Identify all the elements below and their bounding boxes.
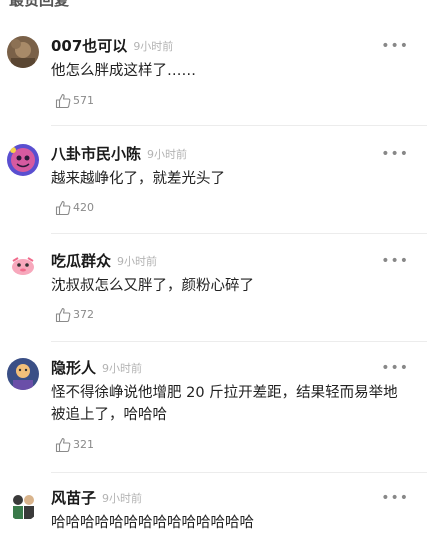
timestamp: 9小时前: [133, 40, 174, 53]
like-count: 372: [73, 308, 94, 321]
more-options-icon[interactable]: •••: [381, 254, 409, 268]
like-count: 420: [73, 201, 94, 214]
thumbs-up-icon: [55, 93, 71, 109]
timestamp: 9小时前: [102, 492, 143, 505]
like-button[interactable]: 372: [55, 307, 94, 323]
more-options-icon[interactable]: •••: [381, 147, 409, 161]
timestamp: 9小时前: [117, 255, 158, 268]
comment-text: 怪不得徐峥说他增肥 20 斤拉开差距，结果轻而易举地被追上了，哈哈哈: [51, 385, 398, 423]
avatar[interactable]: [7, 144, 39, 176]
more-options-icon[interactable]: •••: [381, 39, 409, 53]
timestamp: 9小时前: [102, 362, 143, 375]
like-button[interactable]: 321: [55, 437, 94, 453]
avatar[interactable]: [7, 36, 39, 68]
like-count: 321: [73, 438, 94, 451]
more-options-icon[interactable]: •••: [381, 491, 409, 505]
username[interactable]: 隐形人 9小时前: [51, 359, 142, 378]
more-options-icon[interactable]: •••: [381, 361, 409, 375]
section-title: 最赞回复: [9, 0, 70, 9]
comment-text: 沈叔叔怎么又胖了，颜粉心碎了: [51, 278, 254, 294]
thumbs-up-icon: [55, 200, 71, 216]
comment-text: 越来越峥化了，就差光头了: [51, 171, 225, 187]
avatar[interactable]: [7, 489, 39, 521]
username[interactable]: 风苗子 9小时前: [51, 489, 142, 508]
like-button[interactable]: 420: [55, 200, 94, 216]
avatar[interactable]: [7, 358, 39, 390]
timestamp: 9小时前: [147, 148, 188, 161]
divider: [51, 472, 427, 473]
like-button[interactable]: 571: [55, 93, 94, 109]
thumbs-up-icon: [55, 437, 71, 453]
avatar[interactable]: [7, 250, 39, 282]
thumbs-up-icon: [55, 307, 71, 323]
comment-text: 哈哈哈哈哈哈哈哈哈哈哈哈哈哈: [51, 515, 254, 531]
divider: [51, 125, 427, 126]
divider: [51, 341, 427, 342]
divider: [51, 233, 427, 234]
like-count: 571: [73, 94, 94, 107]
username[interactable]: 八卦市民小陈 9小时前: [51, 145, 187, 164]
comment-text: 他怎么胖成这样了……: [51, 63, 196, 79]
username[interactable]: 007也可以 9小时前: [51, 37, 173, 56]
username[interactable]: 吃瓜群众 9小时前: [51, 252, 157, 271]
